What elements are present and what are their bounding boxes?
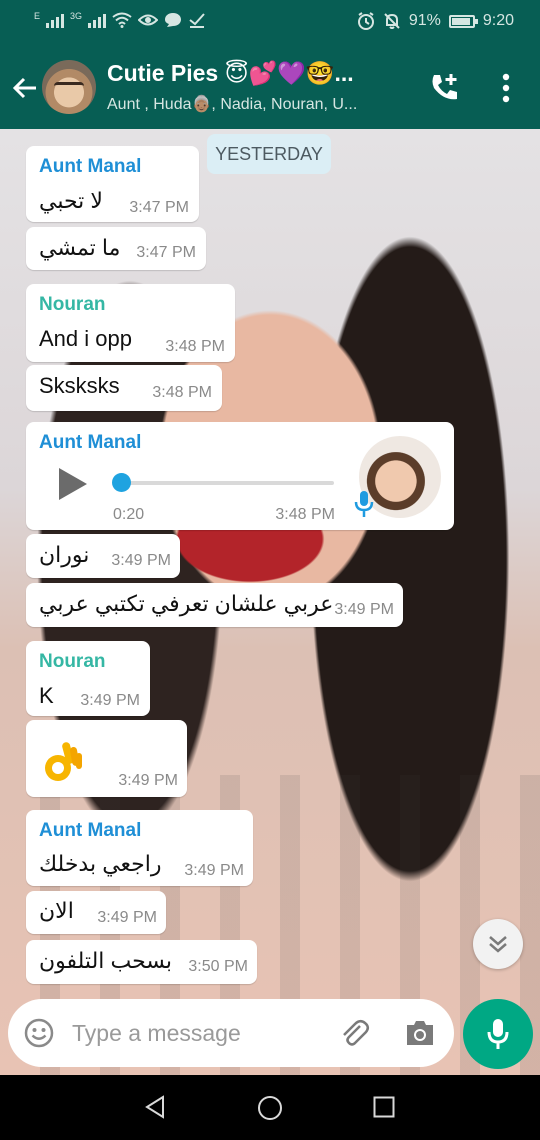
sender-name: Nouran — [39, 651, 106, 672]
network-type-indicator: E — [34, 11, 41, 21]
alarm-icon — [357, 12, 374, 30]
nav-recent-apps-icon[interactable] — [373, 1096, 395, 1118]
voice-progress-handle[interactable] — [112, 473, 131, 492]
nav-back-icon[interactable] — [143, 1095, 167, 1119]
message-text: Sksksks — [39, 373, 120, 398]
clock: 9:20 — [482, 12, 514, 29]
message-bubble[interactable]: Sksksks 3:48 PM — [26, 365, 222, 411]
group-avatar[interactable] — [42, 60, 96, 114]
arrow-left-icon[interactable] — [10, 73, 40, 103]
message-time: 3:49 PM — [111, 552, 171, 569]
message-time: 3:49 PM — [97, 909, 157, 926]
signal-icon — [46, 12, 65, 28]
message-time: 3:48 PM — [152, 384, 212, 401]
message-time: 3:49 PM — [334, 601, 394, 618]
message-text: K — [39, 683, 54, 708]
message-text: راجعي بدخلك — [39, 851, 162, 876]
message-bubble[interactable]: Nouran K 3:49 PM — [26, 641, 150, 716]
voice-duration: 0:20 — [113, 506, 145, 523]
sender-name: Aunt Manal — [39, 156, 142, 177]
eye-icon — [138, 14, 159, 26]
group-title[interactable]: Cutie Pies 😇💕💜🤓... — [107, 60, 354, 87]
ok-hand-emoji — [45, 742, 82, 781]
sender-name: Nouran — [39, 294, 106, 315]
message-input[interactable] — [72, 1013, 322, 1053]
message-time: 3:48 PM — [275, 506, 335, 523]
message-text: عربي علشان تعرفي تكتبي عربي — [39, 591, 334, 616]
message-text: بسحب التلفون — [39, 948, 173, 973]
battery-fill — [451, 17, 470, 25]
message-text: ما تمشي — [39, 235, 121, 260]
message-bubble[interactable]: عربي علشان تعرفي تكتبي عربي 3:49 PM — [26, 583, 403, 627]
voice-record-button[interactable] — [463, 999, 533, 1069]
message-bubble[interactable]: Nouran And i opp 3:48 PM — [26, 284, 235, 362]
message-composer — [8, 999, 454, 1067]
message-time: 3:47 PM — [129, 199, 189, 216]
mic-icon — [487, 1019, 509, 1049]
message-text: الان — [39, 898, 74, 923]
date-chip: YESTERDAY — [207, 134, 331, 174]
mic-icon — [354, 491, 374, 517]
message-bubble[interactable]: نوران 3:49 PM — [26, 534, 180, 578]
message-time: 3:49 PM — [80, 692, 140, 709]
scroll-to-bottom-button[interactable] — [473, 919, 523, 969]
battery-icon — [448, 14, 478, 28]
message-text: And i opp — [39, 326, 132, 351]
paperclip-icon[interactable] — [338, 1018, 370, 1050]
nav-home-icon[interactable] — [257, 1095, 283, 1121]
group-members[interactable]: Aunt , Huda👵🏽, Nadia, Nouran, U... — [107, 94, 357, 114]
network-label: 3G — [70, 11, 83, 21]
message-time: 3:50 PM — [188, 958, 248, 975]
mute-notifications-icon — [384, 13, 400, 29]
battery-percent: 91% — [408, 12, 441, 29]
chevron-double-down-icon — [489, 936, 507, 953]
emoji-message-bubble[interactable]: 3:49 PM — [26, 720, 187, 797]
message-bubble[interactable]: الان 3:49 PM — [26, 891, 166, 934]
chat-bubble-icon — [165, 13, 182, 27]
message-text: لا تحبي — [39, 188, 103, 213]
message-time: 3:48 PM — [165, 338, 225, 355]
emoji-icon[interactable] — [24, 1018, 54, 1048]
status-left: E 3G — [34, 12, 206, 28]
message-text: نوران — [39, 542, 90, 567]
sender-name: Aunt Manal — [39, 432, 142, 453]
message-time: 3:47 PM — [136, 244, 196, 261]
signal-icon-2 — [88, 12, 107, 28]
status-bar: E 3G 91% 9:20 — [0, 0, 540, 45]
wifi-icon — [112, 12, 132, 28]
sender-name: Aunt Manal — [39, 820, 142, 841]
message-bubble[interactable]: ما تمشي 3:47 PM — [26, 227, 206, 270]
camera-icon[interactable] — [404, 1018, 436, 1048]
voice-message-bubble[interactable]: Aunt Manal 0:20 3:48 PM — [26, 422, 454, 530]
status-right: 91% 9:20 — [357, 12, 514, 30]
voice-progress-track[interactable] — [120, 481, 334, 485]
more-vert-icon[interactable] — [496, 72, 516, 104]
chat-header: Cutie Pies 😇💕💜🤓... Aunt , Huda👵🏽, Nadia,… — [0, 45, 540, 129]
avatar-glasses — [54, 82, 84, 90]
message-time: 3:49 PM — [184, 862, 244, 879]
chat-area[interactable]: YESTERDAY Aunt Manal لا تحبي 3:47 PM ما … — [0, 129, 540, 1075]
play-icon[interactable] — [59, 468, 87, 500]
system-nav-bar — [0, 1075, 540, 1140]
message-time: 3:49 PM — [118, 772, 178, 789]
add-call-icon[interactable] — [428, 71, 462, 105]
check-icon — [189, 13, 205, 28]
message-bubble[interactable]: Aunt Manal راجعي بدخلك 3:49 PM — [26, 810, 253, 886]
message-bubble[interactable]: بسحب التلفون 3:50 PM — [26, 940, 257, 984]
message-bubble[interactable]: Aunt Manal لا تحبي 3:47 PM — [26, 146, 199, 222]
